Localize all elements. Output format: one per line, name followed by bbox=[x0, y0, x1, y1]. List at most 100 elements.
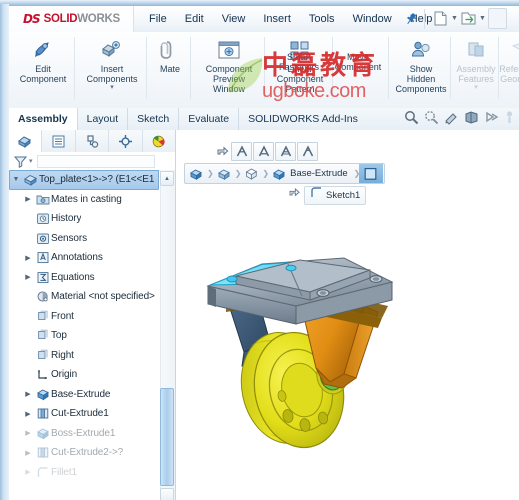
next-selection-icon[interactable] bbox=[214, 143, 230, 160]
pushpin-icon[interactable] bbox=[404, 12, 418, 26]
twisty-right-icon[interactable]: ▶ bbox=[22, 410, 34, 418]
cut-extrude-icon bbox=[34, 407, 51, 420]
tree-item-origin[interactable]: Origin bbox=[9, 365, 159, 385]
feature-manager-tab[interactable] bbox=[9, 130, 43, 153]
tree-item-mates-in-casting[interactable]: ▶ Mates in casting bbox=[9, 190, 159, 210]
tree-filter-input[interactable] bbox=[36, 154, 155, 168]
display-style-icon[interactable] bbox=[504, 110, 515, 130]
menu-view[interactable]: View bbox=[213, 9, 255, 29]
tree-item-history[interactable]: History bbox=[9, 209, 159, 229]
reference-geometry-button[interactable]: Reference Geometry bbox=[499, 32, 519, 84]
smart-fasteners-button[interactable]: Smart Fasteners bbox=[271, 32, 327, 72]
tree-item-annotations[interactable]: ▶ Annotations bbox=[9, 248, 159, 268]
tree-item-label: Boss-Extrude1 bbox=[51, 427, 116, 439]
crumb-solid-body-icon[interactable] bbox=[241, 165, 262, 182]
twisty-right-icon[interactable]: ▶ bbox=[22, 468, 34, 476]
section-view-icon[interactable] bbox=[464, 110, 479, 130]
dimxpert-manager-tab[interactable] bbox=[109, 130, 143, 152]
new-document-dropdown-icon[interactable]: ▼ bbox=[451, 15, 458, 22]
component-preview-window-button[interactable]: Component Preview Window bbox=[193, 32, 265, 94]
tree-scrollbar-thumb[interactable] bbox=[160, 388, 174, 486]
tree-scroll-up-button[interactable]: ▲ bbox=[160, 171, 174, 186]
move-component-button[interactable]: Move Component bbox=[327, 32, 389, 72]
mate-button[interactable]: Mate bbox=[149, 32, 191, 74]
ribbon-group-show-hidden: Show Hidden Components bbox=[391, 32, 451, 108]
twisty-right-icon[interactable]: ▶ bbox=[22, 195, 34, 203]
show-hidden-label-3: Components bbox=[395, 84, 447, 94]
tab-layout[interactable]: Layout bbox=[78, 108, 129, 130]
tree-item-base-extrude[interactable]: ▶ Base-Extrude bbox=[9, 385, 159, 405]
save-icon[interactable] bbox=[488, 8, 507, 29]
tab-assembly[interactable]: Assembly bbox=[9, 108, 78, 131]
zoom-to-area-icon[interactable] bbox=[424, 110, 439, 130]
tree-item-front-plane[interactable]: Front bbox=[9, 307, 159, 327]
mate-dimension-icon-2[interactable] bbox=[253, 142, 274, 161]
twisty-right-icon[interactable]: ▶ bbox=[22, 429, 34, 437]
graphics-viewport[interactable]: ❯ ❯ ❯ Base-Extrude ❯ Sketch1 bbox=[176, 130, 519, 500]
sketch1-item[interactable]: Sketch1 bbox=[304, 185, 367, 205]
crumb-separator-icon: ❯ bbox=[207, 169, 214, 178]
twisty-right-icon[interactable]: ▶ bbox=[22, 254, 34, 262]
tree-scroll-down-button[interactable] bbox=[160, 488, 174, 500]
twisty-right-icon[interactable]: ▶ bbox=[22, 449, 34, 457]
assembly-features-dropdown-icon[interactable]: ▾ bbox=[474, 84, 478, 91]
open-document-icon[interactable] bbox=[460, 9, 477, 28]
solidworks-logo[interactable]: DS SOLID WORKS bbox=[9, 6, 134, 33]
display-manager-tab[interactable] bbox=[143, 130, 175, 152]
tree-item-right-plane[interactable]: Right bbox=[9, 346, 159, 366]
twisty-right-icon[interactable]: ▶ bbox=[22, 390, 34, 398]
property-manager-tab[interactable] bbox=[42, 130, 76, 152]
mate-dimension-icon-4[interactable] bbox=[297, 142, 318, 161]
tree-item-material[interactable]: Material <not specified> bbox=[9, 287, 159, 307]
menu-insert[interactable]: Insert bbox=[254, 9, 300, 29]
assembly-features-button[interactable]: Assembly Features ▾ bbox=[453, 32, 499, 91]
zoom-to-fit-icon[interactable] bbox=[404, 110, 419, 130]
tree-item-top-plate[interactable]: ▼ Top_plate<1>->? (E1<<E1 bbox=[9, 170, 159, 190]
twisty-down-icon[interactable]: ▼ bbox=[10, 176, 22, 183]
ds-logo-icon: DS bbox=[23, 12, 41, 26]
filter-icon[interactable] bbox=[14, 155, 27, 168]
tab-sketch[interactable]: Sketch bbox=[128, 108, 180, 130]
open-document-dropdown-icon[interactable]: ▼ bbox=[479, 15, 486, 22]
mate-dimension-icon-1[interactable] bbox=[231, 142, 252, 161]
crumb-feature-base-extrude[interactable]: Base-Extrude bbox=[269, 165, 354, 182]
tree-item-cut-extrude1[interactable]: ▶ Cut-Extrude1 bbox=[9, 404, 159, 424]
face-selected-icon[interactable] bbox=[359, 164, 384, 183]
previous-view-icon[interactable] bbox=[444, 110, 459, 130]
tree-item-sensors[interactable]: Sensors bbox=[9, 229, 159, 249]
edit-component-button[interactable]: Edit Component bbox=[11, 32, 75, 84]
new-document-icon[interactable] bbox=[432, 9, 449, 28]
filter-dropdown-icon[interactable]: ▾ bbox=[29, 157, 33, 165]
menu-tools[interactable]: Tools bbox=[300, 9, 344, 29]
show-hidden-label-1: Show bbox=[409, 64, 433, 74]
crumb-assembly-icon[interactable] bbox=[186, 165, 207, 182]
tree-item-equations[interactable]: ▶ Equations bbox=[9, 268, 159, 288]
tree-item-boss-extrude1[interactable]: ▶ Boss-Extrude1 bbox=[9, 424, 159, 444]
insert-components-button[interactable]: Insert Components ▾ bbox=[77, 32, 147, 91]
tree-item-top-plane[interactable]: Top bbox=[9, 326, 159, 346]
menu-window[interactable]: Window bbox=[344, 9, 401, 29]
sensors-icon bbox=[34, 232, 51, 245]
caster-wheel-assembly[interactable] bbox=[192, 248, 422, 466]
ribbon-group-insert: Insert Components ▾ bbox=[77, 32, 147, 108]
show-hidden-components-button[interactable]: Show Hidden Components bbox=[391, 32, 451, 94]
twisty-right-icon[interactable]: ▶ bbox=[22, 273, 34, 281]
smart-fasteners-label-1: Smart bbox=[286, 52, 311, 62]
menu-edit[interactable]: Edit bbox=[176, 9, 213, 29]
tree-item-fillet1[interactable]: ▶ Fillet1 bbox=[9, 463, 159, 483]
configuration-manager-tab[interactable] bbox=[76, 130, 110, 152]
show-hidden-label-2: Hidden bbox=[406, 74, 436, 84]
solidworks-window: DS SOLID WORKS File Edit View Insert Too… bbox=[0, 0, 519, 500]
tab-evaluate[interactable]: Evaluate bbox=[179, 108, 240, 130]
tree-item-cut-extrude2[interactable]: ▶ Cut-Extrude2->? bbox=[9, 443, 159, 463]
plane-icon bbox=[34, 310, 51, 323]
tree-item-label: Origin bbox=[51, 369, 78, 381]
mate-dimension-icon-3[interactable] bbox=[275, 142, 296, 161]
menu-file[interactable]: File bbox=[140, 9, 176, 29]
tree-item-label: Fillet1 bbox=[51, 466, 77, 478]
insert-components-dropdown-icon[interactable]: ▾ bbox=[110, 84, 114, 91]
tab-solidworks-add-ins[interactable]: SOLIDWORKS Add-Ins bbox=[239, 108, 367, 130]
view-orientation-icon[interactable] bbox=[484, 110, 499, 130]
cut-extrude-icon bbox=[34, 446, 51, 459]
crumb-subassembly-icon[interactable] bbox=[214, 165, 235, 182]
